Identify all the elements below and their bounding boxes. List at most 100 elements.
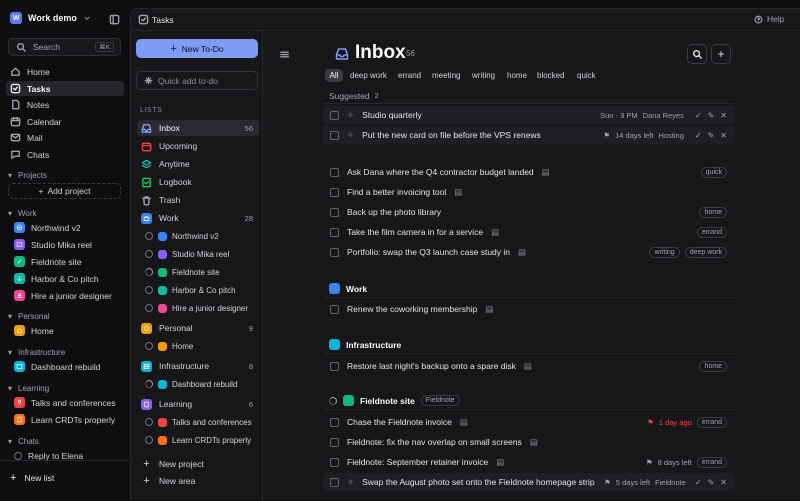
list-project[interactable]: Talks and conferences	[145, 414, 259, 430]
edit-icon[interactable]: ✎	[708, 478, 715, 487]
nav-home[interactable]: Home	[6, 64, 124, 79]
sidebar-chat[interactable]: Reply to Elena	[14, 448, 122, 460]
suggested-task[interactable]: ✧ Put the new card on file before the VPS…	[323, 126, 735, 144]
list-project[interactable]: Northwind v2	[145, 228, 259, 244]
help-button[interactable]: Help	[754, 14, 784, 24]
list-project[interactable]: Fieldnote site	[145, 264, 259, 280]
sidebar-toggle-icon[interactable]	[109, 14, 120, 25]
filter-chip[interactable]: blocked	[537, 69, 565, 82]
dismiss-icon[interactable]: ✕	[720, 111, 727, 120]
task-checkbox[interactable]	[330, 477, 339, 487]
sidebar-project[interactable]: Learn CRDTs properly	[14, 412, 122, 427]
task-checkbox[interactable]	[330, 167, 339, 177]
accept-icon[interactable]: ✓	[695, 111, 702, 120]
area-infrastructure[interactable]: Infrastructure 8	[137, 358, 259, 374]
nav-chats[interactable]: Chats	[6, 147, 124, 162]
sidebar-project[interactable]: Fieldnote site	[14, 254, 122, 269]
task-row[interactable]: Find a better invoicing tool ▤	[323, 183, 735, 201]
nav-notes[interactable]: Notes	[6, 97, 124, 112]
list-logbook[interactable]: Logbook	[137, 174, 259, 190]
section-chats[interactable]: ▾ Chats	[8, 437, 39, 446]
accept-icon[interactable]: ✓	[695, 478, 702, 487]
task-checkbox[interactable]	[330, 187, 339, 197]
new-area-button[interactable]: + New area	[137, 473, 259, 489]
section-work[interactable]: ▾ Work	[8, 209, 37, 218]
filter-chip[interactable]: quick	[577, 69, 596, 82]
section-personal[interactable]: ▾ Personal	[8, 312, 50, 321]
workspace-switcher[interactable]: W Work demo	[10, 12, 91, 24]
home-icon	[158, 341, 167, 351]
area-personal[interactable]: Personal 9	[137, 320, 259, 336]
sidebar-project[interactable]: Harbor & Co pitch	[14, 271, 122, 286]
list-project[interactable]: Learn CRDTs properly	[145, 432, 259, 448]
dismiss-icon[interactable]: ✕	[720, 131, 727, 140]
task-checkbox[interactable]	[330, 437, 339, 447]
list-trash[interactable]: Trash	[137, 192, 259, 208]
list-project[interactable]: Harbor & Co pitch	[145, 282, 259, 298]
nav-mail[interactable]: Mail	[6, 130, 124, 145]
filter-chip[interactable]: errand	[398, 69, 421, 82]
task-row[interactable]: Back up the photo library home	[323, 203, 735, 221]
filter-chip[interactable]: meeting	[432, 69, 460, 82]
nav-calendar[interactable]: Calendar	[6, 114, 124, 129]
task-checkbox[interactable]	[330, 207, 339, 217]
task-checkbox[interactable]	[330, 417, 339, 427]
list-upcoming[interactable]: Upcoming	[137, 138, 259, 154]
new-list-button[interactable]: + New list	[10, 472, 54, 484]
add-task-button[interactable]: +	[711, 44, 731, 64]
task-checkbox[interactable]	[330, 227, 339, 237]
list-inbox[interactable]: Inbox 56	[137, 120, 259, 136]
list-project[interactable]: Home	[145, 338, 259, 354]
filter-chip[interactable]: deep work	[350, 69, 387, 82]
task-checkbox[interactable]	[330, 304, 339, 314]
area-work[interactable]: Work 28	[137, 210, 259, 226]
new-todo-button[interactable]: + New To-Do	[136, 39, 258, 58]
task-checkbox[interactable]	[330, 110, 339, 120]
menu-icon[interactable]	[279, 49, 290, 60]
dismiss-icon[interactable]: ✕	[720, 478, 727, 487]
accept-icon[interactable]: ✓	[695, 131, 702, 140]
sidebar-project[interactable]: Home	[14, 323, 122, 338]
task-checkbox[interactable]	[330, 361, 339, 371]
filter-chip[interactable]: All	[325, 69, 343, 82]
task-row[interactable]: Ask Dana where the Q4 contractor budget …	[323, 163, 735, 181]
task-row[interactable]: Chase the Fieldnote invoice ▤ ⚑ 1 day ago er…	[323, 413, 735, 431]
sidebar-project[interactable]: Northwind v2	[14, 220, 122, 235]
quick-add-input[interactable]: Quick add to-do	[136, 71, 258, 90]
task-checkbox[interactable]	[330, 457, 339, 467]
section-projects[interactable]: ▾ Projects	[8, 171, 47, 180]
flag-icon: ⚑	[645, 457, 653, 467]
list-project[interactable]: Studio Mika reel	[145, 246, 259, 262]
filter-chip[interactable]: writing	[472, 69, 495, 82]
list-anytime[interactable]: Anytime	[137, 156, 259, 172]
area-learning[interactable]: Learning 6	[137, 396, 259, 412]
task-row[interactable]: Restore last night's backup onto a spare…	[323, 357, 735, 375]
sidebar-project[interactable]: Dashboard rebuild	[14, 359, 122, 374]
add-project-button[interactable]: + Add project	[8, 183, 121, 199]
mic-icon	[158, 417, 167, 427]
task-row[interactable]: Fieldnote: fix the nav overlap on small …	[323, 433, 735, 451]
suggested-task[interactable]: ✧ Studio quarterly Sun · 3 PM Dana Reyes ✓ ✎…	[323, 106, 735, 124]
section-learning[interactable]: ▾ Learning	[8, 384, 49, 393]
sidebar-project[interactable]: Studio Mika reel	[14, 237, 122, 252]
edit-icon[interactable]: ✎	[708, 131, 715, 140]
new-project-button[interactable]: + New project	[137, 456, 259, 472]
filter-chip[interactable]: home	[507, 69, 527, 82]
search-input[interactable]: Search ⌘K	[8, 38, 121, 56]
suggested-task[interactable]: ✧ Swap the August photo set onto the Fiel…	[323, 473, 735, 491]
list-project[interactable]: Dashboard rebuild	[145, 376, 259, 392]
task-checkbox[interactable]	[330, 130, 339, 140]
progress-ring-icon	[145, 250, 153, 258]
nav-tasks[interactable]: Tasks	[6, 81, 124, 96]
sidebar-project[interactable]: Hire a junior designer	[14, 288, 122, 303]
task-row[interactable]: Portfolio: swap the Q3 launch case study…	[323, 243, 735, 261]
list-project[interactable]: Hire a junior designer	[145, 300, 259, 316]
sidebar-project[interactable]: Talks and conferences	[14, 395, 122, 410]
task-row[interactable]: Renew the coworking membership ▤	[323, 300, 735, 318]
edit-icon[interactable]: ✎	[708, 111, 715, 120]
task-checkbox[interactable]	[330, 247, 339, 257]
search-button[interactable]	[687, 44, 707, 64]
task-row[interactable]: Fieldnote: September retainer invoice ▤ ⚑ 8…	[323, 453, 735, 471]
task-row[interactable]: Take the film camera in for a service ▤ er…	[323, 223, 735, 241]
section-infrastructure[interactable]: ▾ Infrastructure	[8, 348, 65, 357]
